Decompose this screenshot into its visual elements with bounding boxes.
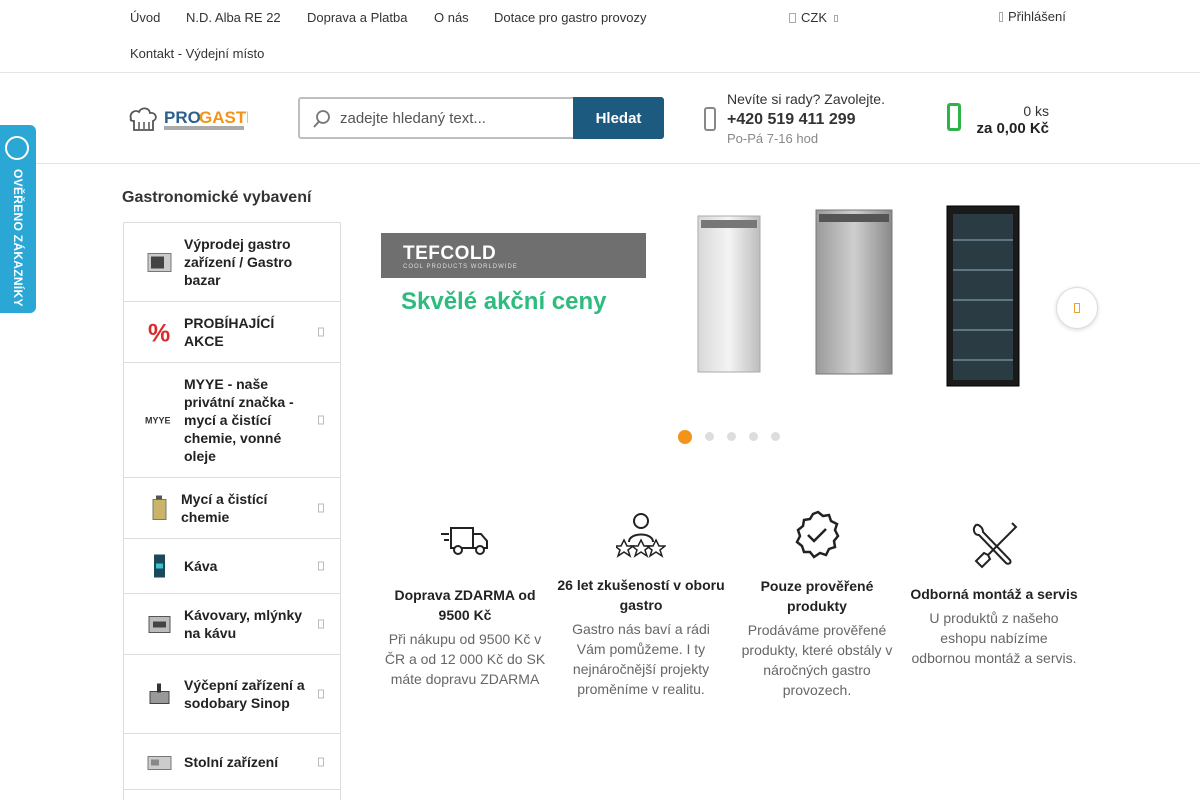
header: PRO GASTRO Hledat Nevíte si rady? Zavole… — [0, 73, 1200, 164]
sidebar-item-label: Stolní zařízení — [184, 753, 279, 770]
sidebar-item-myye[interactable]: MYYE MYYE - naše privátní značka - mycí … — [124, 363, 340, 478]
chevron-right-icon — [318, 503, 324, 513]
login-label: Přihlášení — [1008, 9, 1066, 24]
sidebar-item-label: Mycí a čistící chemie — [181, 491, 268, 525]
promo-banner[interactable]: TEFCOLD COOL PRODUCTS WORLDWIDE Skvělé a… — [381, 190, 1097, 420]
search-input[interactable] — [340, 107, 570, 129]
nav-link-home[interactable]: Úvod — [130, 10, 160, 25]
heureka-seal-icon — [5, 136, 29, 160]
chevron-right-icon — [318, 561, 324, 571]
brand-tagline: COOL PRODUCTS WORLDWIDE — [403, 264, 518, 270]
chevron-right-icon — [318, 619, 324, 629]
search-button[interactable]: Hledat — [573, 97, 664, 139]
chevron-right-icon — [318, 327, 324, 337]
carousel-dot-5[interactable] — [771, 432, 780, 441]
sidebar-item-label: PROBÍHAJÍCÍ AKCE — [184, 315, 275, 349]
chevron-right-icon — [318, 689, 324, 699]
feature-title: Pouze prověřené produkty — [760, 578, 874, 614]
phone-icon — [704, 107, 716, 131]
feature-title: 26 let zkušeností v oboru gastro — [557, 577, 725, 613]
user-icon — [999, 12, 1003, 22]
feature-text: Prodáváme prověřené produkty, které obst… — [741, 622, 893, 698]
beer-tap-icon — [149, 683, 170, 704]
feature-text: U produktů z našeho eshopu nabízíme odbo… — [911, 610, 1077, 666]
nav-link-shipping[interactable]: Doprava a Platba — [307, 10, 407, 25]
feature-experience: 26 let zkušeností v oboru gastro Gastro … — [556, 512, 726, 699]
fridges-image — [697, 205, 1020, 387]
svg-text:MYYE: MYYE — [145, 416, 171, 426]
feature-installation: Odborná montáž a servis U produktů z naš… — [909, 519, 1079, 668]
sidebar-item-draught[interactable]: Výčepní zařízení a sodobary Sinop — [124, 655, 340, 734]
cart-total[interactable]: za 0,00 Kč — [976, 120, 1049, 137]
currency-icon — [789, 13, 796, 23]
chevron-down-icon — [833, 15, 838, 22]
coffee-machine-icon — [148, 616, 171, 633]
phone-number[interactable]: +420 519 411 299 — [727, 111, 856, 129]
phone-hours: Po-Pá 7-16 hod — [727, 131, 819, 146]
carousel-dot-1[interactable] — [678, 430, 692, 444]
myye-logo-icon: MYYE — [145, 416, 171, 426]
checkmark-seal-icon — [795, 510, 840, 559]
sidebar-item-coffee[interactable]: Káva — [124, 539, 340, 594]
search-form: Hledat — [298, 97, 664, 139]
tools-icon — [972, 522, 1018, 569]
currency-label: CZK — [801, 10, 827, 25]
verified-customers-badge[interactable]: OVĚŘENO ZÁKAZNÍKY — [0, 125, 36, 313]
feature-title: Odborná montáž a servis — [910, 586, 1078, 602]
sidebar-item-label: Výprodej gastro zařízení / Gastro bazar — [184, 236, 293, 288]
sidebar-title: Gastronomické vybavení — [122, 189, 312, 206]
feature-free-shipping: Doprava ZDARMA od 9500 Kč Při nákupu od … — [380, 520, 550, 689]
chevron-right-icon — [318, 757, 324, 766]
sidebar-item-label: MYYE - naše privátní značka - mycí a čis… — [184, 376, 294, 464]
banner-slogan: Skvělé akční ceny — [401, 288, 607, 315]
oven-thumbnail-icon — [147, 253, 172, 272]
svg-text:%: % — [148, 320, 170, 347]
nav-link-subsidies[interactable]: Dotace pro gastro provozy — [494, 10, 646, 25]
cart-quantity[interactable]: 0 ks — [1023, 103, 1049, 119]
chevron-right-icon — [1074, 303, 1080, 313]
svg-text:PRO: PRO — [164, 108, 201, 127]
progastro-logo[interactable]: PRO GASTRO — [126, 103, 248, 135]
currency-selector[interactable]: CZK — [789, 10, 838, 25]
sidebar-item-more[interactable] — [124, 790, 340, 800]
nav-link-contact[interactable]: Kontakt - Výdejní místo — [130, 46, 264, 61]
feature-text: Při nákupu od 9500 Kč v ČR a od 12 000 K… — [384, 631, 546, 687]
feature-title: Doprava ZDARMA od 9500 Kč — [394, 587, 536, 623]
sidebar-item-clearance[interactable]: Výprodej gastro zařízení / Gastro bazar — [124, 223, 340, 302]
badge-label: OVĚŘENO ZÁKAZNÍKY — [11, 169, 25, 307]
chevron-right-icon — [318, 415, 324, 425]
tefcold-logo-bar: TEFCOLD COOL PRODUCTS WORLDWIDE — [381, 233, 646, 278]
nav-link-alba[interactable]: N.D. Alba RE 22 — [186, 10, 281, 25]
top-bar: Úvod N.D. Alba RE 22 Doprava a Platba O … — [0, 0, 1200, 73]
detergent-bottle-icon — [152, 495, 167, 520]
brand-name: TEFCOLD — [403, 243, 497, 264]
sidebar-item-label: Kávovary, mlýnky na kávu — [184, 607, 303, 641]
sidebar-item-tabletop[interactable]: Stolní zařízení — [124, 734, 340, 790]
login-link[interactable]: Přihlášení — [999, 9, 1066, 24]
sidebar-item-chemicals[interactable]: Mycí a čistící chemie — [124, 478, 340, 539]
svg-text:GASTRO: GASTRO — [199, 108, 248, 127]
sidebar-item-promotions[interactable]: % PROBÍHAJÍCÍ AKCE — [124, 302, 340, 363]
carousel-dot-4[interactable] — [749, 432, 758, 441]
person-stars-icon — [616, 513, 666, 558]
carousel-dot-3[interactable] — [727, 432, 736, 441]
cart-icon[interactable] — [947, 103, 961, 131]
sidebar-item-label: Káva — [184, 558, 218, 574]
tabletop-appliance-icon — [147, 755, 172, 770]
search-box — [298, 97, 574, 139]
delivery-truck-icon — [441, 527, 488, 555]
feature-verified-products: Pouze prověřené produkty Prodáváme prově… — [732, 510, 902, 700]
category-sidebar: Výprodej gastro zařízení / Gastro bazar … — [123, 222, 341, 800]
coffee-pack-icon — [154, 554, 165, 578]
feature-text: Gastro nás baví a rádi Vám pomůžeme. I t… — [572, 621, 710, 697]
carousel-dot-2[interactable] — [705, 432, 714, 441]
carousel-next-button[interactable] — [1056, 287, 1098, 329]
nav-link-about[interactable]: O nás — [434, 10, 469, 25]
phone-question: Nevíte si rady? Zavolejte. — [727, 91, 885, 107]
sidebar-item-label: Výčepní zařízení a sodobary Sinop — [184, 677, 305, 711]
search-icon — [313, 110, 330, 128]
sidebar-item-coffee-machines[interactable]: Kávovary, mlýnky na kávu — [124, 594, 340, 655]
percent-icon: % — [148, 320, 170, 347]
